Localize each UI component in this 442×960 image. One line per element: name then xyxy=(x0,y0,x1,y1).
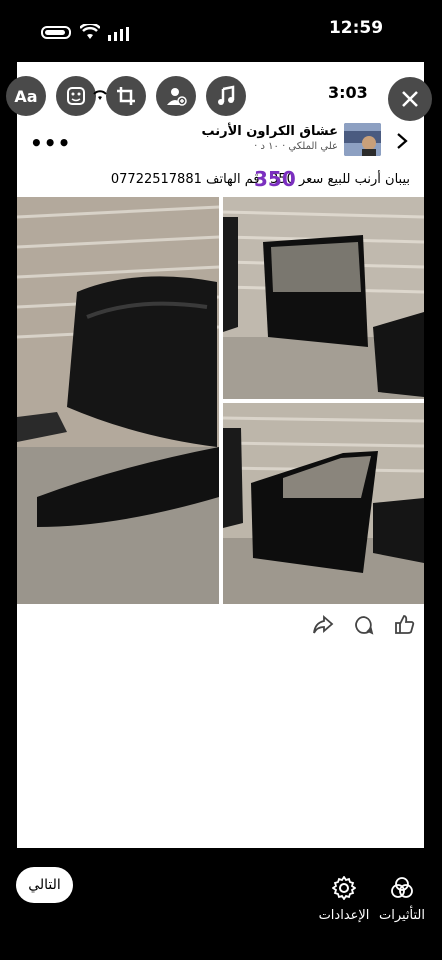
status-pill-icon xyxy=(41,26,71,39)
inner-time: 3:03 xyxy=(328,83,368,102)
effects-button[interactable]: التأثيرات xyxy=(376,874,428,926)
price-overlay: 350 xyxy=(254,167,296,191)
text-tool-button[interactable]: Aa xyxy=(6,76,46,116)
more-options-icon[interactable]: ••• xyxy=(30,131,71,155)
post-image-rear-door[interactable] xyxy=(223,197,424,399)
inner-wifi-icon xyxy=(92,86,108,105)
crop-tool-button[interactable] xyxy=(106,76,146,116)
post-image-hood[interactable] xyxy=(17,197,219,604)
text-tool-label: Aa xyxy=(14,86,38,106)
close-icon xyxy=(402,91,418,107)
signal-icon xyxy=(108,26,130,45)
next-button[interactable]: التالي xyxy=(16,867,73,903)
music-tool-button[interactable] xyxy=(206,76,246,116)
avatar[interactable] xyxy=(344,123,381,156)
music-note-icon xyxy=(218,85,235,105)
chevron-right-icon[interactable] xyxy=(396,132,408,154)
comment-icon[interactable] xyxy=(354,615,374,639)
settings-button[interactable]: الإعدادات xyxy=(316,874,372,926)
status-time: 12:59 xyxy=(328,18,384,38)
gear-icon xyxy=(332,876,356,900)
like-icon[interactable] xyxy=(394,614,415,639)
add-person-icon xyxy=(167,88,187,106)
page-name[interactable]: عشاق الكراون الأرنب xyxy=(200,124,338,139)
post-image-front-door[interactable] xyxy=(223,403,424,604)
mention-tool-button[interactable] xyxy=(156,76,196,116)
wifi-icon xyxy=(79,22,101,44)
effects-icon xyxy=(391,877,413,898)
crop-icon xyxy=(117,87,135,105)
close-button[interactable] xyxy=(388,77,432,121)
effects-label: التأثيرات xyxy=(378,908,426,923)
settings-label: الإعدادات xyxy=(318,908,370,923)
sticker-icon xyxy=(67,87,85,105)
sticker-tool-button[interactable] xyxy=(56,76,96,116)
share-icon[interactable] xyxy=(312,615,334,639)
author-meta: علي الملكي · ١٠ د · xyxy=(254,141,338,152)
